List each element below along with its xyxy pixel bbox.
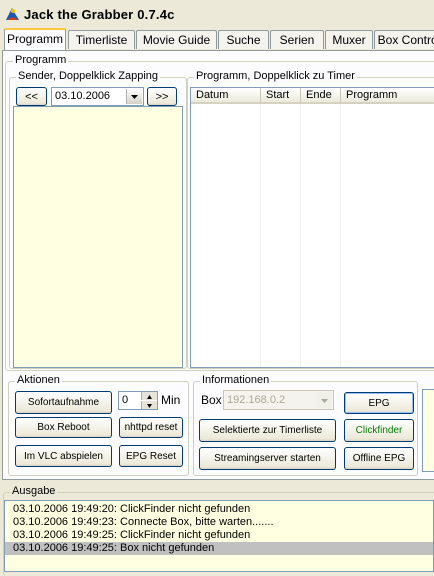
tab-movie-guide[interactable]: Movie Guide — [136, 30, 217, 49]
column-header-start[interactable]: Start — [261, 88, 301, 104]
programm-listview[interactable]: Datum Start Ende Programm — [190, 87, 434, 368]
column-divider — [340, 104, 341, 367]
epg-reset-button[interactable]: EPG Reset — [119, 445, 183, 467]
log-line-selected: 03.10.2006 19:49:25: Box nicht gefunden — [5, 542, 433, 555]
aktionen-group-label: Aktionen — [15, 374, 62, 386]
arrow-up-icon — [147, 395, 152, 399]
box-reboot-button[interactable]: Box Reboot — [15, 417, 112, 438]
date-dropdown-button[interactable] — [126, 89, 142, 104]
sender-list[interactable] — [13, 106, 183, 368]
box-label: Box — [201, 393, 222, 407]
nhttpd-reset-button[interactable]: nhttpd reset — [119, 417, 183, 438]
log-line: 03.10.2006 19:49:25: ClickFinder nicht g… — [13, 529, 251, 541]
next-day-button[interactable]: >> — [147, 87, 177, 106]
minutes-spinner[interactable]: 0 — [118, 391, 158, 410]
window-title: Jack the Grabber 0.7.4c — [24, 7, 175, 22]
prev-day-button[interactable]: << — [16, 87, 47, 106]
chevron-down-icon — [131, 95, 138, 99]
minutes-value: 0 — [122, 394, 129, 406]
epg-button[interactable]: EPG — [344, 392, 414, 414]
vlc-play-button[interactable]: Im VLC abspielen — [15, 445, 112, 467]
tab-serien[interactable]: Serien — [270, 30, 324, 49]
programm-group-label: Programm — [13, 54, 69, 66]
streaming-button[interactable]: Streamingserver starten — [199, 447, 336, 470]
timerliste-button[interactable]: Selektierte zur Timerliste — [199, 419, 336, 442]
offline-epg-button[interactable]: Offline EPG — [344, 447, 414, 470]
tab-muxer[interactable]: Muxer — [325, 30, 373, 49]
ausgabe-group-label: Ausgabe — [10, 485, 58, 497]
title-bar: Jack the Grabber 0.7.4c — [0, 0, 434, 30]
box-ip-value: 192.168.0.2 — [227, 394, 286, 406]
output-log[interactable]: 03.10.2006 19:49:20: ClickFinder nicht g… — [4, 500, 434, 572]
programm-list-label: Programm, Doppelklick zu Timer — [194, 70, 357, 82]
informationen-group-label: Informationen — [200, 374, 272, 386]
column-header-ende[interactable]: Ende — [301, 88, 341, 104]
spin-down-button[interactable] — [141, 401, 157, 409]
sender-group-label: Sender, Doppelklick Zapping — [16, 70, 161, 82]
minutes-label: Min — [161, 393, 181, 407]
date-value: 03.10.2006 — [55, 90, 111, 102]
column-header-programm[interactable]: Programm — [341, 88, 434, 104]
log-line: 03.10.2006 19:49:23: Connecte Box, bitte… — [13, 516, 274, 528]
spin-up-button[interactable] — [141, 392, 157, 400]
info-panel — [422, 389, 434, 472]
box-ip-dropdown-button[interactable] — [317, 392, 332, 408]
tab-programm[interactable]: Programm — [4, 28, 66, 50]
column-header-datum[interactable]: Datum — [191, 88, 261, 104]
tab-box-control[interactable]: Box Control — [374, 30, 434, 49]
app-icon — [4, 6, 21, 23]
tab-timerliste[interactable]: Timerliste — [68, 30, 135, 49]
clickfinder-button[interactable]: Clickfinder — [344, 419, 414, 442]
date-picker[interactable]: 03.10.2006 — [51, 87, 144, 106]
arrow-down-icon — [147, 404, 152, 408]
box-ip-select[interactable]: 192.168.0.2 — [223, 390, 334, 410]
tab-suche[interactable]: Suche — [218, 30, 269, 49]
column-divider — [260, 104, 261, 367]
tab-bar: Programm Timerliste Movie Guide Suche Se… — [0, 28, 434, 50]
log-line: 03.10.2006 19:49:20: ClickFinder nicht g… — [13, 503, 251, 515]
chevron-down-icon — [321, 399, 328, 403]
column-divider — [300, 104, 301, 367]
sofortaufnahme-button[interactable]: Sofortaufnahme — [15, 391, 112, 414]
